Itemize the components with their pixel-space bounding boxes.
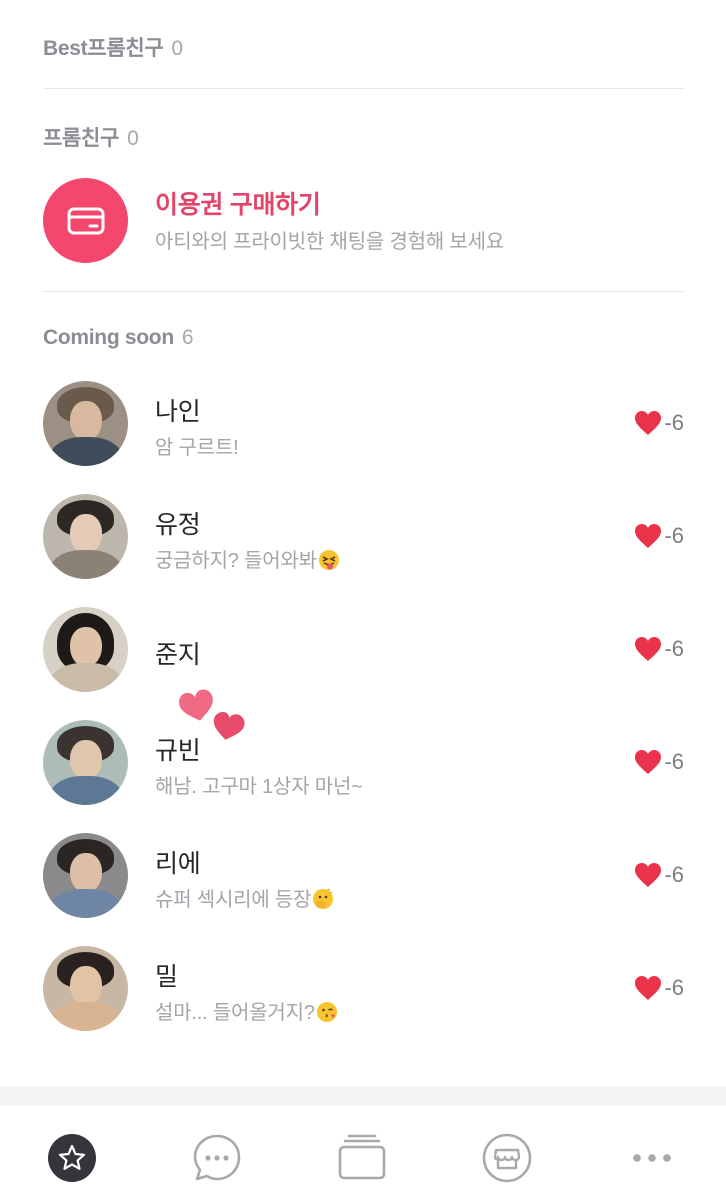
section-title-coming-soon: Coming soon: [43, 326, 174, 349]
friend-name: 리에: [155, 850, 201, 878]
heart-icon: [635, 863, 662, 887]
tab-chat[interactable]: [191, 1132, 243, 1184]
friend-message: 궁금하지? 들어와봐: [155, 544, 340, 573]
heart-icon: [635, 637, 662, 661]
heart-icon: [635, 411, 662, 435]
divider: [43, 88, 684, 89]
section-count-friends: 0: [127, 127, 139, 150]
friend-name: 유정: [155, 511, 201, 539]
friend-row[interactable]: 규빈 해남. 고구마 1상자 마넌~ -6: [43, 720, 684, 805]
score-value: -6: [664, 749, 684, 774]
cards-icon: [338, 1134, 386, 1180]
score-value: -6: [664, 862, 684, 887]
section-title-friends: 프롬친구: [43, 127, 120, 150]
friend-name: 밀: [155, 963, 178, 991]
friend-row[interactable]: 유정 궁금하지? 들어와봐 -6: [43, 494, 684, 579]
heart-icon: [635, 524, 662, 548]
friend-message-text: 궁금하지? 들어와봐: [155, 550, 317, 572]
friend-name: 나인: [155, 398, 201, 426]
friend-message: 암 구르트!: [155, 437, 239, 459]
tab-more[interactable]: [626, 1132, 678, 1184]
heart-score: -6: [634, 523, 684, 549]
friend-row[interactable]: 리에 슈퍼 섹시리에 등장 -6: [43, 833, 684, 918]
avatar: [43, 833, 128, 918]
kissing-wink-emoji: [316, 1002, 337, 1022]
score-value: -6: [664, 636, 684, 661]
avatar: [43, 494, 128, 579]
score-value: -6: [664, 410, 684, 435]
friend-message: 설마... 들어올거지?: [155, 996, 338, 1025]
hand-over-mouth-emoji: [313, 888, 334, 909]
card-icon: [43, 178, 128, 263]
friends-page: Best프롬친구 0 프롬친구 0 이용권 구매하기 아티와의 프라이빗한 채팅을 …: [0, 0, 726, 1200]
avatar: [43, 720, 128, 805]
heart-score: -6: [634, 975, 684, 1001]
score-value: -6: [664, 523, 684, 548]
heart-score: -6: [634, 636, 684, 662]
score-value: -6: [664, 975, 684, 1000]
section-count-coming-soon: 6: [181, 326, 194, 349]
friend-message: 해남. 고구마 1상자 마넌~: [155, 776, 363, 798]
avatar: [43, 381, 128, 466]
friend-message: 슈퍼 섹시리에 등장: [155, 883, 334, 912]
heart-icon: [635, 750, 662, 774]
friend-row[interactable]: 나인 암 구르트! -6: [43, 381, 684, 466]
store-icon: [482, 1133, 532, 1183]
divider: [43, 291, 684, 292]
heart-score: -6: [634, 410, 684, 436]
chat-bubble-icon: [193, 1134, 241, 1181]
star-icon: [48, 1134, 96, 1182]
purchase-subtitle: 아티와의 프라이빗한 채팅을 경험해 보세요: [155, 231, 505, 253]
section-header-friends: 프롬친구 0: [43, 122, 139, 152]
tab-star[interactable]: [46, 1132, 98, 1184]
tongue-face-emoji: [318, 550, 339, 570]
avatar: [43, 607, 128, 692]
heart-score: -6: [634, 749, 684, 775]
friend-message-text: 설마... 들어올거지?: [155, 1002, 315, 1024]
friend-row[interactable]: 밀 설마... 들어올거지? -6: [43, 946, 684, 1031]
purchase-title: 이용권 구매하기: [155, 191, 321, 219]
tab-bar: [0, 1106, 726, 1200]
friend-name: 준지: [155, 641, 201, 669]
section-count-best: 0: [171, 37, 183, 60]
purchase-pass-button[interactable]: 이용권 구매하기 아티와의 프라이빗한 채팅을 경험해 보세요: [43, 178, 684, 263]
heart-icon: [635, 976, 662, 1000]
friend-message-text: 슈퍼 섹시리에 등장: [155, 889, 312, 911]
friend-row[interactable]: 준지 -6: [43, 607, 684, 692]
section-header-best: Best프롬친구 0: [43, 32, 183, 62]
tab-store[interactable]: [481, 1132, 533, 1184]
avatar: [43, 946, 128, 1031]
heart-score: -6: [634, 862, 684, 888]
more-icon: [633, 1154, 671, 1162]
section-title-best: Best프롬친구: [43, 37, 164, 60]
floating-hearts-icon: [179, 689, 245, 740]
tabbar-separator: [0, 1086, 726, 1106]
tab-cards[interactable]: [336, 1132, 388, 1184]
section-header-coming-soon: Coming soon 6: [43, 326, 194, 350]
